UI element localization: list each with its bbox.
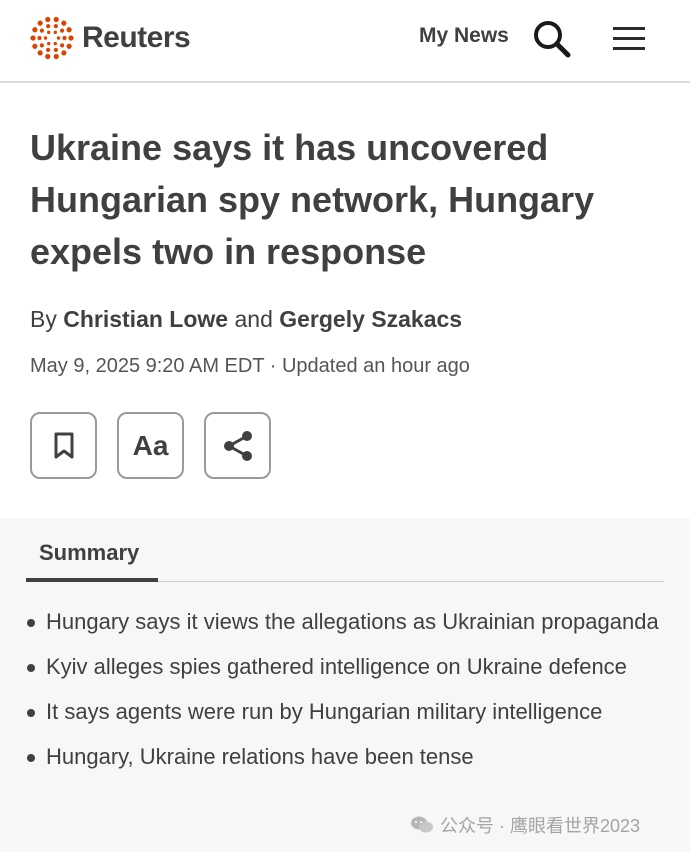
logo-dot bbox=[37, 20, 43, 26]
summary-item: Hungary, Ukraine relations have been ten… bbox=[26, 737, 676, 776]
logo-dot bbox=[46, 24, 51, 29]
logo-dot bbox=[53, 30, 57, 35]
logo-dot bbox=[37, 35, 42, 41]
byline-conjunction: and bbox=[234, 306, 273, 332]
text-size-button[interactable]: Aa bbox=[117, 412, 184, 479]
logo-dot bbox=[46, 47, 51, 52]
author-link[interactable]: Christian Lowe bbox=[63, 306, 228, 332]
logo-dot bbox=[53, 41, 57, 46]
logo-dot bbox=[53, 24, 58, 29]
wechat-icon bbox=[411, 816, 433, 833]
summary-item: Hungary says it views the allegations as… bbox=[26, 602, 676, 641]
logo-dot bbox=[30, 35, 36, 41]
logo-dot bbox=[61, 20, 67, 26]
logo-dot bbox=[32, 43, 38, 49]
brand-name: Reuters bbox=[82, 21, 191, 54]
active-tab-indicator bbox=[26, 578, 158, 582]
bookmark-button[interactable] bbox=[30, 412, 97, 479]
watermark-text: 公众号 · 鹰眼看世界2023 bbox=[440, 816, 641, 836]
logo-dot bbox=[56, 36, 61, 40]
logo-dot bbox=[32, 27, 38, 33]
search-button[interactable] bbox=[532, 19, 572, 59]
logo-dot bbox=[62, 35, 67, 41]
article-headline: Ukraine says it has uncovered Hungarian … bbox=[30, 127, 595, 272]
logo-dot bbox=[47, 41, 51, 46]
logo-dot bbox=[45, 16, 51, 23]
logo-dot bbox=[37, 50, 43, 56]
logo-dot bbox=[61, 50, 67, 56]
summary-list: Hungary says it views the allegations as… bbox=[26, 602, 676, 782]
logo-dot bbox=[45, 53, 51, 60]
summary-item: It says agents were run by Hungarian mil… bbox=[26, 692, 676, 731]
summary-item: Kyiv alleges spies gathered intelligence… bbox=[26, 647, 676, 686]
my-news-link[interactable]: My News bbox=[419, 24, 509, 48]
hamburger-menu-icon bbox=[613, 27, 645, 50]
logo-dot bbox=[53, 53, 59, 60]
summary-section: Summary Hungary says it views the allega… bbox=[0, 518, 690, 852]
logo-dot bbox=[53, 16, 59, 23]
logo-dot bbox=[66, 43, 72, 49]
site-header: Reuters My News bbox=[0, 0, 690, 83]
logo-dot bbox=[39, 28, 44, 33]
tab-summary[interactable]: Summary bbox=[39, 540, 139, 566]
byline: By Christian Lowe and Gergely Szakacs bbox=[30, 306, 462, 333]
logo-dot bbox=[43, 36, 48, 40]
logo-dot bbox=[53, 47, 58, 52]
share-icon bbox=[223, 430, 252, 461]
author-link[interactable]: Gergely Szakacs bbox=[279, 306, 462, 332]
share-button[interactable] bbox=[204, 412, 271, 479]
logo-dot bbox=[68, 35, 74, 41]
logo-dot bbox=[60, 28, 65, 33]
byline-prefix: By bbox=[30, 306, 57, 332]
logo-dot bbox=[47, 30, 51, 35]
search-icon bbox=[534, 21, 571, 58]
logo-dot bbox=[66, 27, 72, 33]
dateline: May 9, 2025 9:20 AM EDT · Updated an hou… bbox=[30, 355, 470, 377]
menu-button[interactable] bbox=[610, 22, 648, 54]
reuters-dots-icon bbox=[30, 16, 74, 60]
logo-dot bbox=[60, 43, 65, 48]
watermark: 公众号 · 鹰眼看世界2023 bbox=[410, 812, 640, 838]
bookmark-icon bbox=[54, 432, 73, 458]
text-size-label: Aa bbox=[132, 429, 169, 461]
reuters-logo[interactable]: Reuters bbox=[28, 14, 191, 62]
logo-dot bbox=[39, 43, 44, 48]
